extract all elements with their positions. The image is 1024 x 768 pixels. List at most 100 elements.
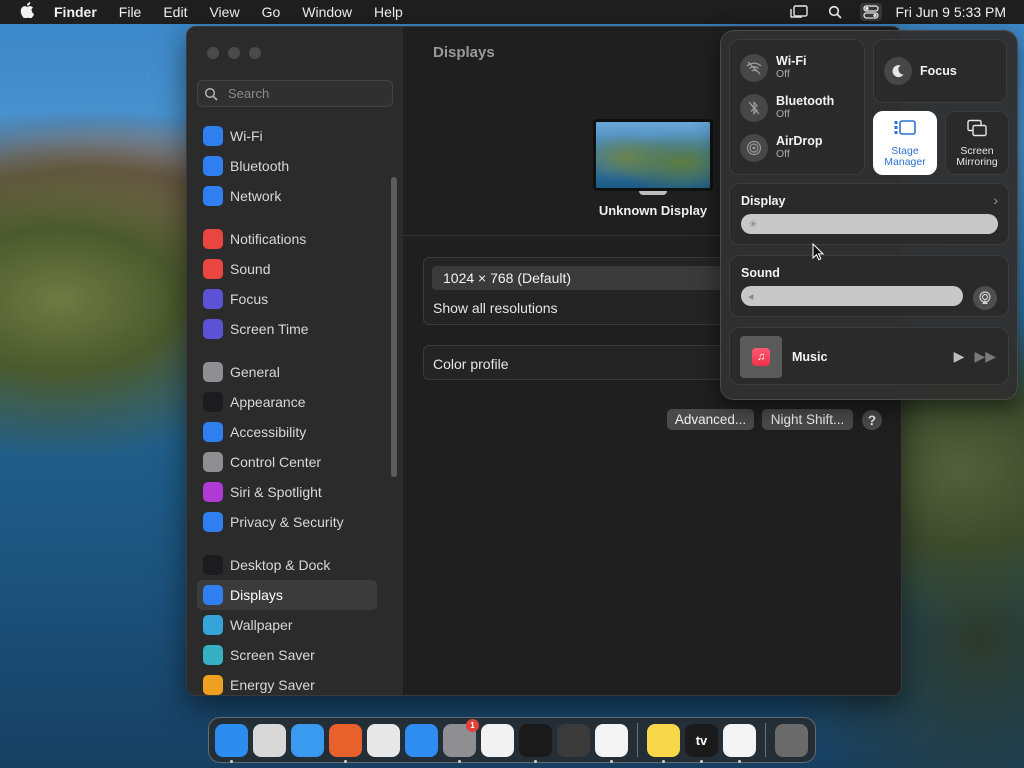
sidebar-item-label: Focus [230,291,269,307]
stage-manager-tile[interactable]: Stage Manager [873,111,937,175]
sidebar-item-bluetooth[interactable]: Bluetooth [197,151,393,181]
sidebar-item-wallpaper[interactable]: Wallpaper [197,610,393,640]
finder-icon[interactable] [215,723,248,763]
menu-app-name[interactable]: Finder [54,4,97,20]
apple-menu-icon[interactable] [18,2,36,22]
running-indicator [230,759,233,763]
sidebar-item-accessibility[interactable]: Accessibility [197,417,393,447]
hand-icon [203,512,223,532]
stage-manager-icon [893,119,917,142]
search-placeholder: Search [228,86,270,101]
menu-help[interactable]: Help [374,4,403,20]
wifi-toggle[interactable]: Wi-Fi Off [740,54,806,82]
now-playing-tile: ♫ Music ▶ ▶▶ [729,327,1009,385]
sidebar-item-appearance[interactable]: Appearance [197,387,393,417]
zoom-button[interactable] [249,47,261,59]
color-profile-row[interactable]: Color profile [423,345,743,380]
sidebar-item-sound[interactable]: Sound [197,254,393,284]
sidebar-item-screen-saver[interactable]: Screen Saver [197,640,393,670]
launchpad-icon[interactable] [253,723,286,757]
sidebar-item-notifications[interactable]: Notifications [197,224,393,254]
app-store-icon[interactable] [405,723,438,757]
moon-icon [884,57,912,85]
focus-tile[interactable]: Focus [873,39,1007,103]
sidebar-item-displays[interactable]: Displays [197,580,377,610]
tv-icon[interactable]: tv [685,723,718,763]
menu-bar: Finder File Edit View Go Window Help Fri… [0,0,1024,24]
siri-icon [203,482,223,502]
sidebar-item-label: Control Center [230,454,322,470]
sidebar-item-focus[interactable]: Focus [197,284,393,314]
search-field[interactable]: Search [197,80,393,107]
volume-slider[interactable]: ◂ [741,286,963,306]
airdrop-title: AirDrop [776,134,823,148]
chrome-icon[interactable] [367,723,400,757]
control-center-menu-icon[interactable] [859,3,882,21]
safari-icon[interactable] [291,723,324,757]
menu-go[interactable]: Go [262,4,281,20]
sidebar-item-wi-fi[interactable]: Wi-Fi [197,121,393,151]
textedit-icon[interactable] [481,723,514,757]
airdrop-icon [740,134,768,162]
music-note-icon: ♫ [752,348,770,366]
chevron-right-icon[interactable]: › [993,192,998,208]
menu-view[interactable]: View [209,4,239,20]
news-icon[interactable] [723,723,756,763]
running-indicator [534,759,537,763]
vscode-icon[interactable] [595,723,628,763]
sidebar-item-energy-saver[interactable]: Energy Saver [197,670,393,695]
sound-tile: Sound ◂ [729,255,1009,317]
night-shift-button[interactable]: Night Shift... [762,409,853,430]
sidebar-item-privacy-security[interactable]: Privacy & Security [197,507,393,537]
settings-sidebar: Search Wi-Fi Bluetooth Network Notification… [187,27,403,695]
brightness-slider[interactable]: ☀ [741,214,998,234]
show-all-resolutions-button[interactable]: Show all resolutions [433,300,558,316]
music-title: Music [792,350,828,364]
firefox-icon[interactable] [329,723,362,763]
speaker-icon: ◂ [748,290,754,303]
menu-clock[interactable]: Fri Jun 9 5:33 PM [896,4,1007,20]
wifi-title: Wi-Fi [776,54,807,68]
sidebar-item-label: Appearance [230,394,306,410]
settings-icon[interactable]: 1 [443,718,479,763]
terminal-icon[interactable] [519,723,552,763]
minimize-button[interactable] [228,47,240,59]
resolution-list: 1024 × 768 (Default) Show all resolution… [423,257,743,325]
airplay-audio-button[interactable] [973,286,997,310]
sidebar-scrollbar[interactable] [391,177,397,477]
stage-manager-menu-icon[interactable] [788,3,810,21]
sidebar-item-control-center[interactable]: Control Center [197,447,393,477]
sidebar-item-label: Displays [230,587,283,603]
menu-file[interactable]: File [119,4,142,20]
spotlight-search-icon[interactable] [824,3,846,21]
trash-icon[interactable] [775,723,808,757]
control-center-panel: Wi-Fi Off Bluetooth Off AirDrop Off Focu… [720,30,1018,400]
sidebar-item-label: Siri & Spotlight [230,484,322,500]
stage-manager-label: Stage Manager [884,144,926,168]
bluetooth-toggle[interactable]: Bluetooth Off [740,94,834,122]
bell-icon [203,229,223,249]
airdrop-toggle[interactable]: AirDrop Off [740,134,823,162]
menu-window[interactable]: Window [302,4,352,20]
resolution-option-selected[interactable]: 1024 × 768 (Default) [432,266,736,290]
help-button[interactable]: ? [862,410,882,430]
sidebar-item-desktop-dock[interactable]: Desktop & Dock [197,550,393,580]
wallpaper-icon [203,615,223,635]
close-button[interactable] [207,47,219,59]
notes-icon[interactable] [647,723,680,763]
sidebar-item-network[interactable]: Network [197,181,393,211]
sidebar-item-siri-spotlight[interactable]: Siri & Spotlight [197,477,393,507]
music-artwork[interactable]: ♫ [740,336,782,378]
sidebar-item-screen-time[interactable]: Screen Time [197,314,393,344]
guitar-icon[interactable] [557,723,590,757]
play-icon[interactable]: ▶ [954,348,965,365]
menu-edit[interactable]: Edit [163,4,187,20]
display-thumbnail[interactable] [593,119,713,191]
screen-mirroring-icon [966,119,988,142]
sidebar-item-label: Accessibility [230,424,307,440]
advanced-button[interactable]: Advanced... [667,409,754,430]
fast-forward-icon[interactable]: ▶▶ [974,348,996,365]
screen-mirroring-tile[interactable]: Screen Mirroring [945,111,1009,175]
sidebar-item-general[interactable]: General [197,357,393,387]
sidebar-item-label: Screen Saver [230,647,315,663]
